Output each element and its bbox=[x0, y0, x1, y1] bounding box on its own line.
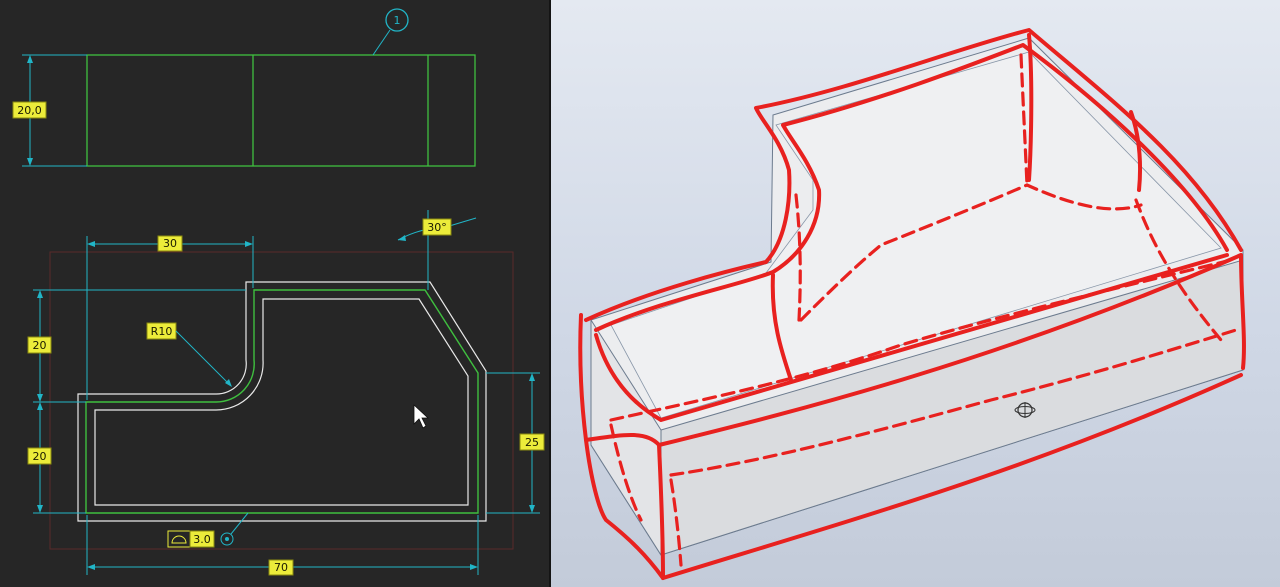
top-view-outline bbox=[86, 54, 476, 167]
dim-left-lower[interactable]: 20 bbox=[27, 402, 86, 514]
dim-width-30[interactable]: 30 bbox=[86, 235, 254, 400]
dim-radius-text: R10 bbox=[151, 325, 173, 338]
balloon-leader bbox=[372, 29, 391, 56]
mouse-cursor-icon bbox=[413, 404, 430, 429]
dim-left-lower-text: 20 bbox=[33, 450, 47, 463]
mid-profile bbox=[85, 289, 479, 514]
dim-angle-30[interactable]: 30° bbox=[397, 210, 477, 290]
drawing-sheet-panel: 1 20,0 30 30° R10 20 20 25 70 3.0 bbox=[0, 0, 549, 587]
top-view bbox=[86, 54, 476, 167]
dim-radius[interactable]: R10 bbox=[146, 322, 232, 387]
dim-overall-width[interactable]: 70 bbox=[86, 515, 479, 576]
item-balloon[interactable]: 1 bbox=[372, 8, 409, 56]
thickness-annotation[interactable]: 3.0 bbox=[167, 512, 249, 548]
balloon-number: 1 bbox=[394, 14, 401, 27]
dim-left-upper-text: 20 bbox=[33, 339, 47, 352]
model-canvas bbox=[578, 28, 1246, 580]
dim-right-height-text: 25 bbox=[525, 436, 539, 449]
dim-top-height[interactable]: 20,0 bbox=[12, 54, 87, 167]
split-view: 1 20,0 30 30° R10 20 20 25 70 3.0 bbox=[0, 0, 1280, 587]
dim-top-height-text: 20,0 bbox=[17, 104, 42, 117]
front-view bbox=[77, 281, 487, 522]
dim-width-30-text: 30 bbox=[163, 237, 177, 250]
dim-right-height[interactable]: 25 bbox=[486, 372, 545, 514]
dim-angle-text: 30° bbox=[427, 221, 447, 234]
model-viewport[interactable] bbox=[551, 0, 1280, 587]
dim-left-upper[interactable]: 20 bbox=[27, 289, 246, 403]
dim-overall-width-text: 70 bbox=[274, 561, 288, 574]
drawing-canvas: 1 20,0 30 30° R10 20 20 25 70 3.0 bbox=[12, 8, 545, 576]
thickness-text: 3.0 bbox=[193, 533, 211, 546]
